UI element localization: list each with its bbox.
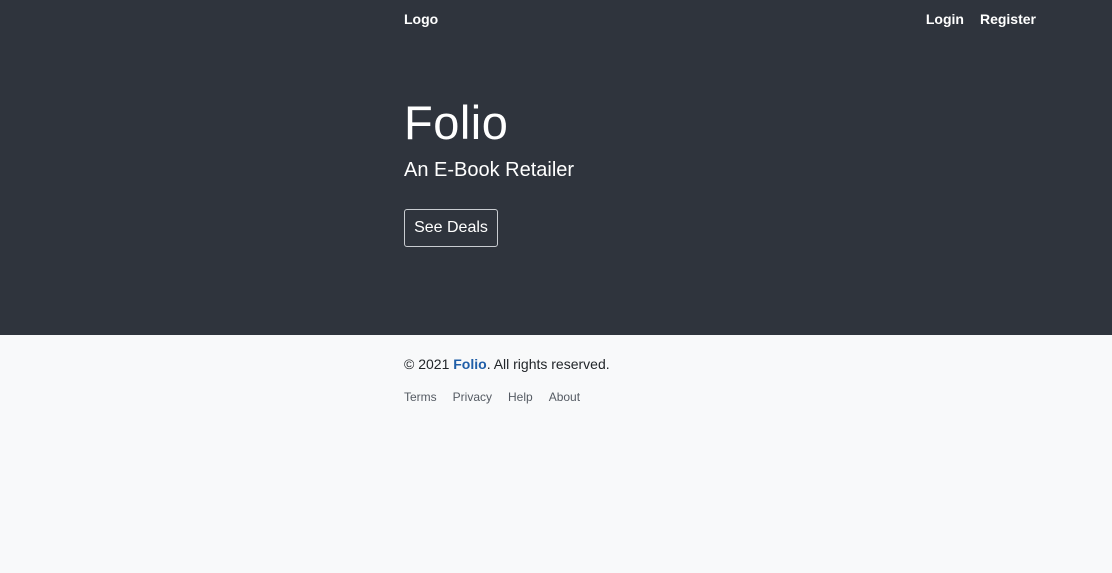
- hero-section: Logo Login Register Folio An E-Book Reta…: [0, 0, 1112, 335]
- footer-link-about[interactable]: About: [549, 390, 580, 404]
- copyright-suffix: . All rights reserved.: [486, 356, 610, 372]
- login-link[interactable]: Login: [926, 11, 964, 27]
- register-link[interactable]: Register: [980, 11, 1036, 27]
- copyright-text: © 2021 Folio. All rights reserved.: [404, 355, 1036, 373]
- footer-brand-link[interactable]: Folio: [453, 356, 486, 372]
- hero-title: Folio: [404, 96, 509, 149]
- footer-link-privacy[interactable]: Privacy: [453, 390, 492, 404]
- footer-link-terms[interactable]: Terms: [404, 390, 437, 404]
- footer-links: Terms Privacy Help About: [404, 390, 1036, 404]
- copyright-prefix: © 2021: [404, 356, 454, 372]
- hero-body: Folio An E-Book Retailer See Deals: [404, 94, 1036, 247]
- see-deals-button[interactable]: See Deals: [404, 209, 498, 247]
- footer: © 2021 Folio. All rights reserved. Terms…: [0, 335, 1112, 573]
- footer-inner: © 2021 Folio. All rights reserved. Terms…: [404, 355, 1036, 404]
- hero-subtitle: An E-Book Retailer: [404, 159, 575, 181]
- logo-link[interactable]: Logo: [404, 9, 438, 27]
- footer-link-help[interactable]: Help: [508, 390, 533, 404]
- top-navbar: Logo Login Register: [404, 0, 1036, 36]
- nav-links: Login Register: [926, 9, 1036, 27]
